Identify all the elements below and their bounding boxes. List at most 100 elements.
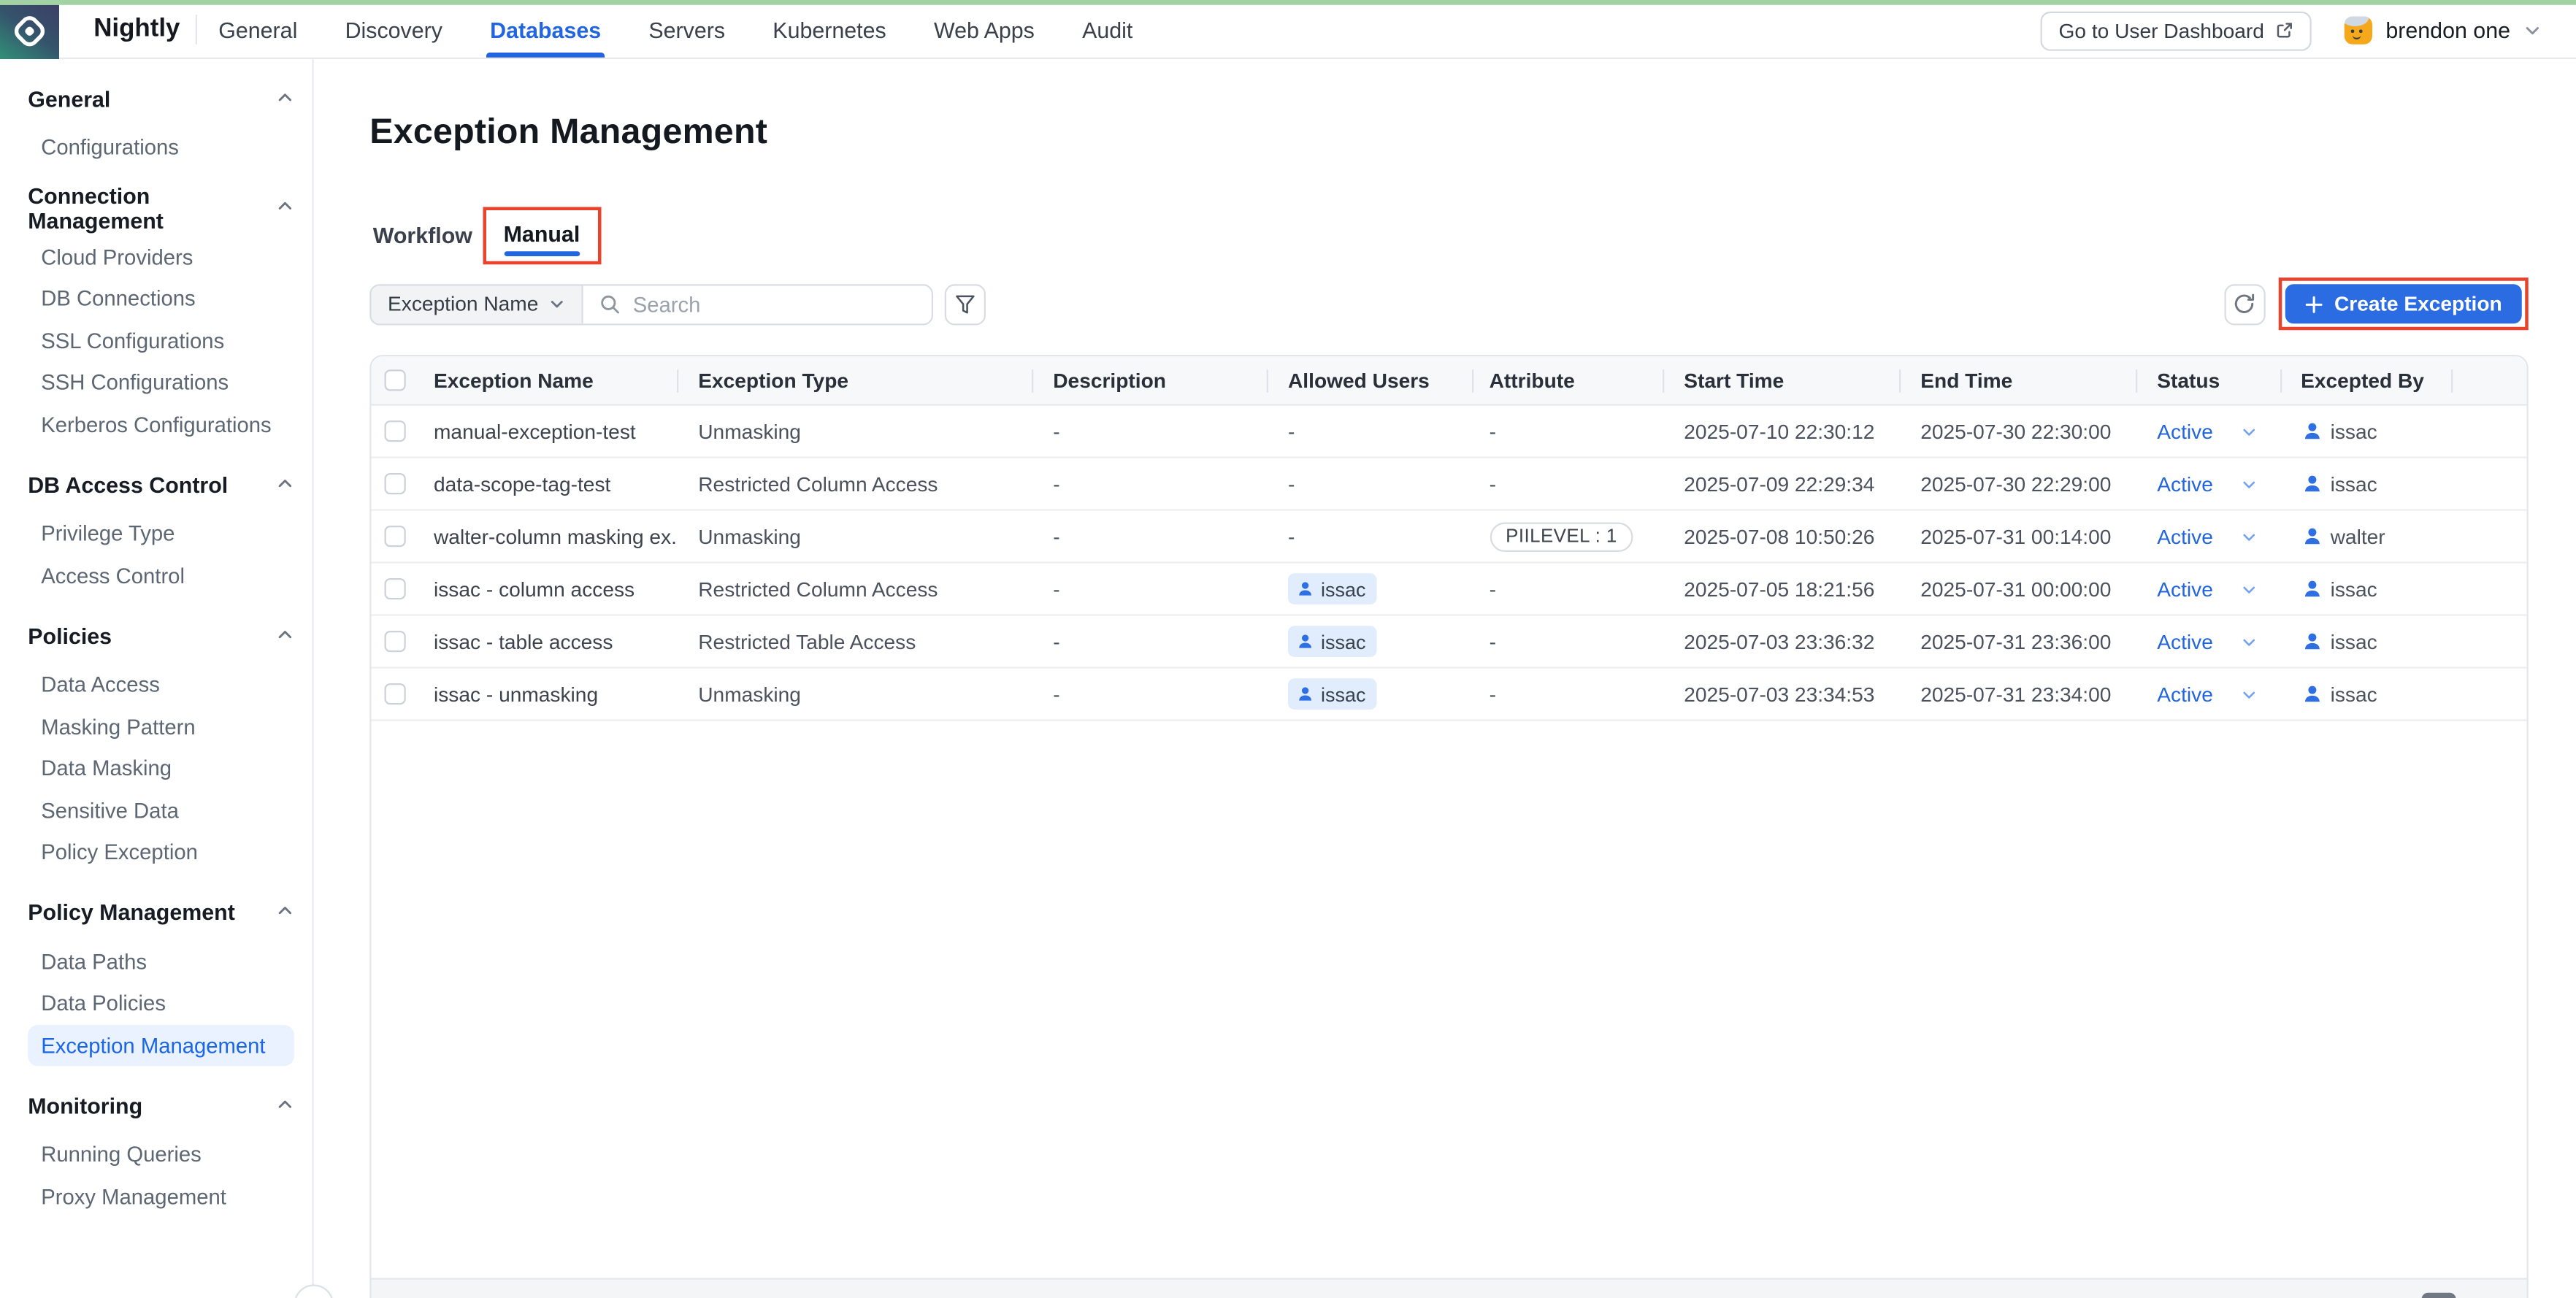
row-checkbox[interactable]: [385, 631, 406, 652]
sidebar-section-header-monitoring[interactable]: Monitoring: [28, 1089, 294, 1122]
chevron-up-icon: [276, 196, 294, 220]
sidebar-section-header-policies[interactable]: Policies: [28, 619, 294, 652]
nav-tab-general[interactable]: General: [215, 4, 301, 58]
row-checkbox[interactable]: [385, 420, 406, 442]
nav-tab-databases[interactable]: Databases: [487, 4, 605, 58]
row-checkbox-cell: [372, 616, 431, 667]
status-value: Active: [2157, 420, 2213, 443]
create-exception-button[interactable]: Create Exception: [2285, 284, 2521, 323]
excepted-by-name: issac: [2331, 472, 2377, 496]
sidebar-item-data-masking[interactable]: Data Masking: [28, 748, 294, 789]
sidebar-item-data-access[interactable]: Data Access: [28, 664, 294, 705]
user-icon: [1296, 632, 1314, 650]
cell-attribute: -: [1473, 616, 1664, 667]
main-content: Exception Management Workflow Manual Exc…: [314, 59, 2576, 1298]
cell-exception-type: Restricted Table Access: [678, 616, 1033, 667]
sidebar-item-exception-management[interactable]: Exception Management: [28, 1024, 294, 1066]
sidebar-item-policy-exception[interactable]: Policy Exception: [28, 832, 294, 873]
status-chevron-down-icon[interactable]: [2241, 475, 2258, 492]
cell-description: -: [1033, 406, 1268, 457]
nav-tab-discovery[interactable]: Discovery: [342, 4, 445, 58]
sidebar-section-label: Connection Management: [28, 183, 276, 233]
nav-tab-servers[interactable]: Servers: [645, 4, 729, 58]
sidebar-item-privilege-type[interactable]: Privilege Type: [28, 512, 294, 554]
attribute-badge: PIILEVEL : 1: [1490, 521, 1634, 551]
tab-workflow[interactable]: Workflow: [369, 223, 475, 247]
sidebar-section-header-connection-management[interactable]: Connection Management: [28, 191, 294, 224]
search-field-select[interactable]: Exception Name: [372, 285, 583, 323]
funnel-icon: [954, 293, 975, 315]
chevron-up-icon: [276, 900, 294, 925]
sidebar-item-cloud-providers[interactable]: Cloud Providers: [28, 236, 294, 277]
sidebar-section-header-general[interactable]: General: [28, 82, 294, 115]
row-checkbox-cell: [372, 458, 431, 510]
row-checkbox[interactable]: [385, 578, 406, 599]
sidebar-item-running-queries[interactable]: Running Queries: [28, 1134, 294, 1175]
sidebar-item-configurations[interactable]: Configurations: [28, 126, 294, 168]
nav-tab-web-apps[interactable]: Web Apps: [930, 4, 1038, 58]
status-chevron-down-icon[interactable]: [2241, 580, 2258, 597]
sidebar-item-kerberos-configurations[interactable]: Kerberos Configurations: [28, 403, 294, 445]
cell-attribute: -: [1473, 564, 1664, 615]
excepted-by-user: issac: [2301, 577, 2377, 601]
cell-allowed-users: issac: [1268, 616, 1473, 667]
excepted-by-user: issac: [2301, 420, 2377, 443]
excepted-by-user: issac: [2301, 630, 2377, 653]
brand-name: Nightly: [93, 14, 180, 44]
cell-status: Active: [2137, 669, 2281, 720]
cell-exception-name: issac - column access: [431, 564, 679, 615]
table-row: issac - unmaskingUnmasking-issac-2025-07…: [372, 669, 2527, 721]
refresh-button[interactable]: [2224, 283, 2265, 324]
select-all-checkbox[interactable]: [385, 369, 406, 391]
sidebar-item-masking-pattern[interactable]: Masking Pattern: [28, 705, 294, 747]
toolbar-right: Create Exception: [2224, 277, 2529, 330]
sidebar-item-data-policies[interactable]: Data Policies: [28, 983, 294, 1024]
app-logo-icon[interactable]: [0, 4, 59, 59]
row-checkbox[interactable]: [385, 473, 406, 494]
table-toolbar: Exception Name: [369, 283, 2529, 326]
sidebar-item-ssl-configurations[interactable]: SSL Configurations: [28, 320, 294, 361]
tab-manual[interactable]: Manual: [504, 221, 580, 246]
sidebar-item-access-control[interactable]: Access Control: [28, 554, 294, 596]
cell-exception-type: Unmasking: [678, 669, 1033, 720]
column-header-exception-name: Exception Name: [431, 356, 679, 404]
annotation-box-create-button: Create Exception: [2278, 277, 2528, 330]
cell-status: Active: [2137, 458, 2281, 510]
search-input[interactable]: [633, 291, 916, 316]
table-row: issac - table accessRestricted Table Acc…: [372, 616, 2527, 669]
nav-tab-kubernetes[interactable]: Kubernetes: [770, 4, 889, 58]
filter-button[interactable]: [945, 283, 986, 324]
sidebar-item-proxy-management[interactable]: Proxy Management: [28, 1175, 294, 1217]
page-number-button[interactable]: 1: [2422, 1293, 2456, 1298]
sidebar-section-header-policy-management[interactable]: Policy Management: [28, 896, 294, 929]
status-chevron-down-icon[interactable]: [2241, 686, 2258, 702]
sidebar-section-header-db-access-control[interactable]: DB Access Control: [28, 468, 294, 501]
sidebar-item-data-paths[interactable]: Data Paths: [28, 940, 294, 982]
excepted-by-name: issac: [2331, 420, 2377, 443]
status-chevron-down-icon[interactable]: [2241, 633, 2258, 650]
search-field-label: Exception Name: [388, 293, 538, 316]
cell-actions: [2453, 669, 2526, 720]
go-to-user-dashboard-button[interactable]: Go to User Dashboard: [2041, 11, 2312, 50]
cell-exception-name: manual-exception-test: [431, 406, 679, 457]
cell-description: -: [1033, 616, 1268, 667]
sidebar-section-db-access-control: DB Access Control Privilege TypeAccess Co…: [28, 468, 297, 596]
sidebar-item-sensitive-data[interactable]: Sensitive Data: [28, 789, 294, 831]
row-checkbox[interactable]: [385, 683, 406, 704]
row-checkbox[interactable]: [385, 526, 406, 547]
row-checkbox-cell: [372, 511, 431, 562]
status-chevron-down-icon[interactable]: [2241, 528, 2258, 545]
status-chevron-down-icon[interactable]: [2241, 423, 2258, 439]
pagination-controls: 1: [2387, 1293, 2491, 1298]
user-menu[interactable]: brendon one: [2345, 17, 2542, 45]
exceptions-table: Exception NameException TypeDescriptionA…: [369, 355, 2529, 1298]
excepted-by-user: walter: [2301, 525, 2385, 548]
nav-tab-audit[interactable]: Audit: [1079, 4, 1136, 58]
sidebar-item-ssh-configurations[interactable]: SSH Configurations: [28, 361, 294, 403]
column-header-exception-type: Exception Type: [678, 356, 1033, 404]
top-accent-strip: [0, 0, 2576, 4]
topbar-right: Go to User Dashboard brendon one: [2041, 4, 2542, 58]
sidebar-item-db-connections[interactable]: DB Connections: [28, 277, 294, 319]
allowed-user-name: issac: [1321, 630, 1366, 653]
create-exception-label: Create Exception: [2334, 293, 2502, 316]
